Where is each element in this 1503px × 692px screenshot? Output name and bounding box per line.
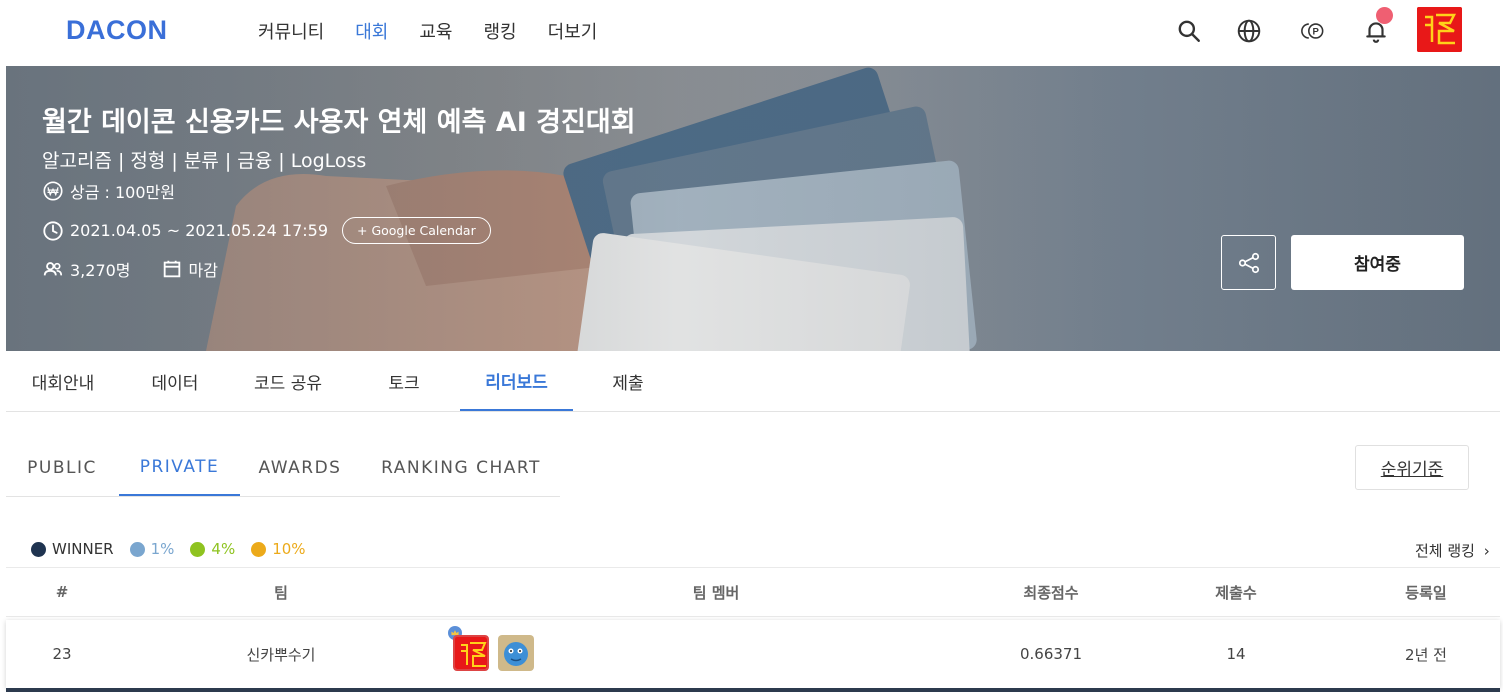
header-score: 최종점수 bbox=[1023, 583, 1079, 602]
calendar-icon bbox=[163, 260, 180, 278]
tab-talk[interactable]: 토크 bbox=[368, 352, 440, 411]
prize-text: 상금 : 100만원 bbox=[70, 183, 175, 202]
header-registered: 등록일 bbox=[1405, 583, 1447, 602]
tab-data[interactable]: 데이터 bbox=[134, 352, 216, 411]
tab-leaderboard[interactable]: 리더보드 bbox=[460, 352, 573, 411]
won-icon bbox=[43, 181, 63, 201]
cell-submissions: 14 bbox=[1226, 645, 1246, 663]
header-submissions: 제출수 bbox=[1215, 583, 1257, 602]
menu-item-community[interactable]: 커뮤니티 bbox=[258, 18, 324, 44]
user-avatar[interactable] bbox=[1417, 7, 1462, 52]
legend-label: 4% bbox=[211, 540, 236, 558]
legend-1-percent: 1% bbox=[129, 540, 175, 558]
join-button[interactable]: 참여중 bbox=[1291, 235, 1464, 290]
header-rank: # bbox=[55, 583, 69, 601]
period-text: 2021.04.05 ~ 2021.05.24 17:59 bbox=[70, 221, 328, 240]
leaderboard-subtabs: PUBLIC PRIVATE AWARDS RANKING CHART bbox=[6, 440, 560, 497]
member-avatar-leader[interactable] bbox=[453, 635, 489, 671]
point-icon[interactable]: P bbox=[1299, 16, 1329, 46]
cell-score: 0.66371 bbox=[1019, 645, 1083, 663]
dacon-logo[interactable]: DACON bbox=[66, 15, 168, 46]
globe-icon[interactable] bbox=[1234, 16, 1264, 46]
rank-basis-button[interactable]: 순위기준 bbox=[1355, 445, 1469, 490]
tab-overview[interactable]: 대회안내 bbox=[16, 352, 110, 411]
competition-title: 월간 데이콘 신용카드 사용자 연체 예측 AI 경진대회 bbox=[42, 107, 636, 138]
menu-item-education[interactable]: 교육 bbox=[419, 18, 452, 44]
competition-banner: 월간 데이콘 신용카드 사용자 연체 예측 AI 경진대회 알고리즘 | 정형 … bbox=[6, 66, 1500, 351]
header-members: 팀 멤버 bbox=[692, 583, 740, 602]
google-calendar-button[interactable]: + Google Calendar bbox=[342, 217, 491, 244]
cell-rank: 23 bbox=[52, 645, 72, 663]
tab-ranking-chart[interactable]: RANKING CHART bbox=[371, 440, 551, 496]
header-team: 팀 bbox=[274, 583, 288, 602]
tier-legend: WINNER 1% 4% 10% bbox=[31, 540, 322, 558]
legend-label: 10% bbox=[272, 540, 306, 558]
menu-item-more[interactable]: 더보기 bbox=[548, 18, 598, 44]
tab-private[interactable]: PRIVATE bbox=[119, 440, 240, 496]
legend-label: WINNER bbox=[52, 540, 114, 558]
table-row[interactable]: 23 신카뿌수기 0.66371 14 2년 전 bbox=[6, 620, 1500, 688]
menu-item-ranking[interactable]: 랭킹 bbox=[484, 18, 517, 44]
legend-winner: WINNER bbox=[31, 540, 114, 558]
menu-item-competition[interactable]: 대회 bbox=[355, 18, 388, 44]
participants-count: 3,270명 bbox=[70, 261, 131, 280]
legend-dot bbox=[31, 541, 46, 557]
share-icon bbox=[1238, 252, 1259, 273]
cell-registered: 2년 전 bbox=[1405, 645, 1447, 664]
people-icon bbox=[43, 262, 63, 276]
competition-status: 마감 bbox=[188, 261, 218, 280]
competition-tabs: 대회안내 데이터 코드 공유 토크 리더보드 제출 bbox=[6, 352, 1500, 412]
full-ranking-label: 전체 랭킹 bbox=[1415, 542, 1475, 560]
svg-text:P: P bbox=[1313, 27, 1320, 38]
tab-submit[interactable]: 제출 bbox=[596, 352, 660, 411]
prize-row: 상금 : 100만원 bbox=[42, 179, 175, 203]
full-ranking-link[interactable]: 전체 랭킹 › bbox=[1415, 540, 1490, 561]
cell-team-name[interactable]: 신카뿌수기 bbox=[201, 620, 361, 688]
tab-code-share[interactable]: 코드 공유 bbox=[238, 352, 338, 411]
member-avatar[interactable] bbox=[498, 635, 534, 671]
clock-icon bbox=[43, 220, 63, 241]
tab-public[interactable]: PUBLIC bbox=[16, 440, 108, 496]
leaderboard-table-header: # 팀 팀 멤버 최종점수 제출수 등록일 bbox=[6, 567, 1500, 617]
legend-dot bbox=[190, 541, 206, 557]
legend-dot bbox=[251, 541, 267, 557]
chevron-right-icon: › bbox=[1483, 542, 1490, 560]
main-menu: 커뮤니티 대회 교육 랭킹 더보기 bbox=[258, 18, 628, 44]
search-icon[interactable] bbox=[1174, 16, 1204, 46]
period-row: 2021.04.05 ~ 2021.05.24 17:59 + Google C… bbox=[42, 217, 491, 244]
share-button[interactable] bbox=[1221, 235, 1276, 290]
stats-row: 3,270명 마감 bbox=[42, 257, 218, 281]
next-row-edge bbox=[6, 688, 1500, 692]
top-navbar: DACON 커뮤니티 대회 교육 랭킹 더보기 P bbox=[0, 0, 1503, 62]
tab-awards[interactable]: AWARDS bbox=[250, 440, 350, 496]
legend-dot bbox=[129, 541, 145, 557]
legend-10-percent: 10% bbox=[251, 540, 306, 558]
competition-tags: 알고리즘 | 정형 | 분류 | 금융 | LogLoss bbox=[42, 150, 367, 172]
legend-label: 1% bbox=[150, 540, 175, 558]
legend-4-percent: 4% bbox=[190, 540, 235, 558]
notification-badge bbox=[1376, 7, 1393, 24]
